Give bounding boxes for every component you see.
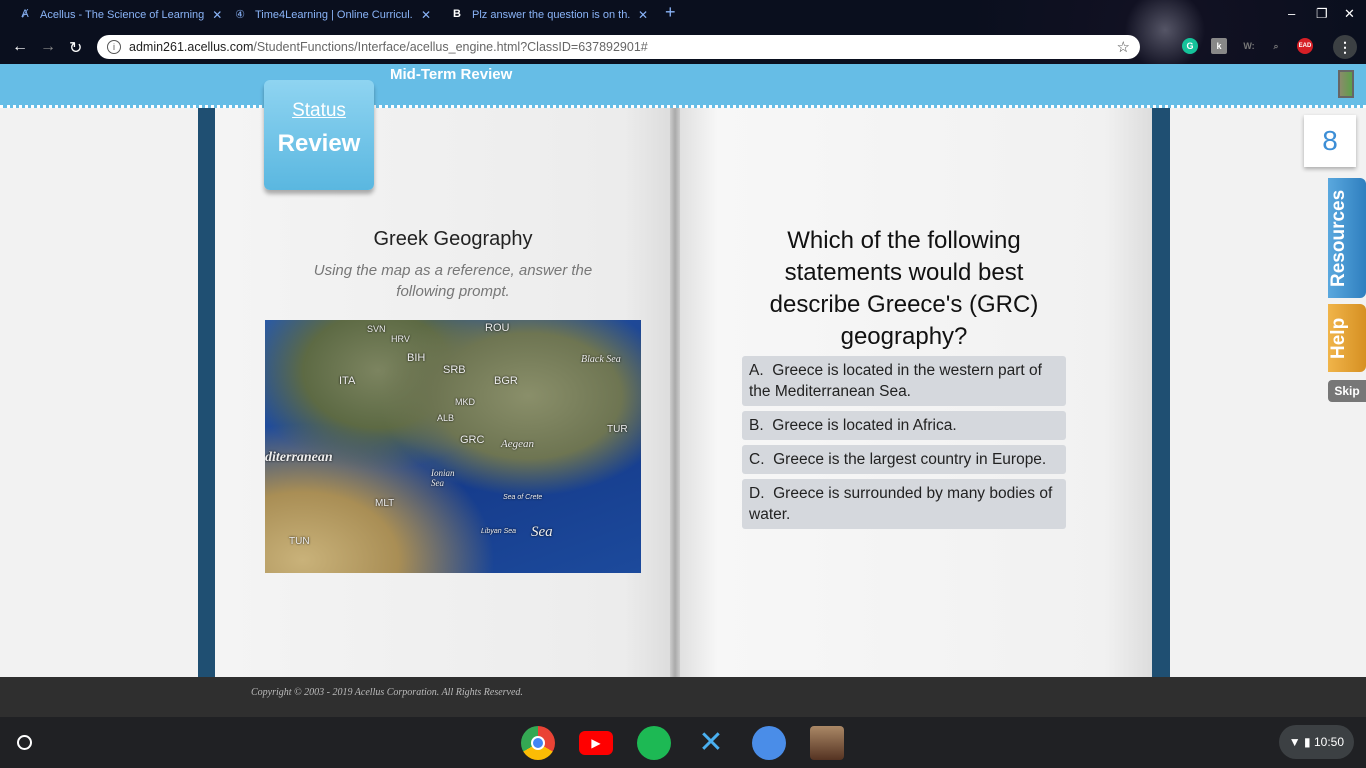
brainly-icon: B [453,8,461,20]
close-icon[interactable]: ✕ [638,8,648,22]
acellus-app-icon[interactable]: ✕ [694,726,728,760]
answer-option-c[interactable]: C. Greece is the largest country in Euro… [742,445,1066,474]
reload-button[interactable]: ↻ [69,38,82,58]
extension-ead-icon[interactable]: EAD [1297,38,1313,54]
tab-acellus[interactable]: Ⱥ Acellus - The Science of Learning ✕ [18,4,222,26]
page-title: Mid-Term Review [390,66,513,83]
wifi-icon: ▼ [1288,735,1301,749]
lesson-title: Greek Geography [373,228,533,250]
extension-w-icon[interactable]: W: [1240,38,1258,54]
os-shelf: ▼ ▮ 10:50 [0,717,1366,768]
question-count-badge: 8 [1304,115,1356,167]
answer-option-d[interactable]: D. Greece is surrounded by many bodies o… [742,479,1066,529]
back-button[interactable]: ← [12,38,28,56]
minimize-button[interactable]: – [1288,6,1295,21]
clock[interactable]: ▼ ▮ 10:50 [1278,725,1354,759]
tab-brainly[interactable]: B Plz answer the question is on th... ✕ [450,4,648,26]
help-button[interactable]: Help [1328,304,1366,372]
course-header: Mid-Term Review [0,64,1366,108]
bookmark-star-icon[interactable]: ☆ [1117,38,1130,56]
close-icon[interactable]: ✕ [212,8,222,22]
browser-chrome: Ⱥ Acellus - The Science of Learning ✕ ④ Tim… [0,0,1366,64]
extension-k-icon[interactable]: k [1211,38,1227,54]
answer-option-a[interactable]: A. Greece is located in the western part… [742,356,1066,406]
grammarly-icon[interactable]: G [1182,38,1198,54]
menu-icon[interactable]: ⋮ [1333,35,1357,59]
palette-icon[interactable] [752,726,786,760]
answer-option-b[interactable]: B. Greece is located in Africa. [742,411,1066,440]
chrome-icon[interactable] [521,726,555,760]
lesson-subtitle: Using the map as a reference, answer the… [313,262,593,300]
book-spine [670,108,680,677]
new-tab-button[interactable]: + [665,2,676,23]
exit-door-icon[interactable] [1338,70,1354,98]
game-icon[interactable] [810,726,844,760]
launcher-button[interactable] [17,735,32,750]
restore-button[interactable]: ❐ [1316,6,1328,22]
battery-icon: ▮ [1304,735,1311,749]
resources-button[interactable]: Resources [1328,178,1366,298]
greece-map-image: SVN HRV ROU BIH SRB Black Sea ITA BGR MK… [265,320,641,573]
extension-search-icon[interactable]: ⌕ [1268,38,1284,54]
skip-button[interactable]: Skip [1328,380,1366,402]
youtube-icon[interactable]: ▶ [579,731,613,755]
question-text: Which of the following statements would … [769,227,1039,350]
status-badge: Status Review [264,80,374,190]
info-icon[interactable]: i [107,40,121,54]
address-bar[interactable]: i admin261.acellus.com/StudentFunctions/… [97,35,1140,59]
forward-button[interactable]: → [40,38,56,56]
footer: Copyright © 2003 - 2019 Acellus Corporat… [0,677,1366,717]
tab-time4learning[interactable]: ④ Time4Learning | Online Curricul... ✕ [233,4,431,26]
close-window-button[interactable]: ✕ [1344,6,1355,22]
spotify-icon[interactable] [637,726,671,760]
acellus-icon: Ⱥ [21,8,29,20]
close-icon[interactable]: ✕ [421,8,431,22]
time4learning-icon: ④ [235,9,245,21]
